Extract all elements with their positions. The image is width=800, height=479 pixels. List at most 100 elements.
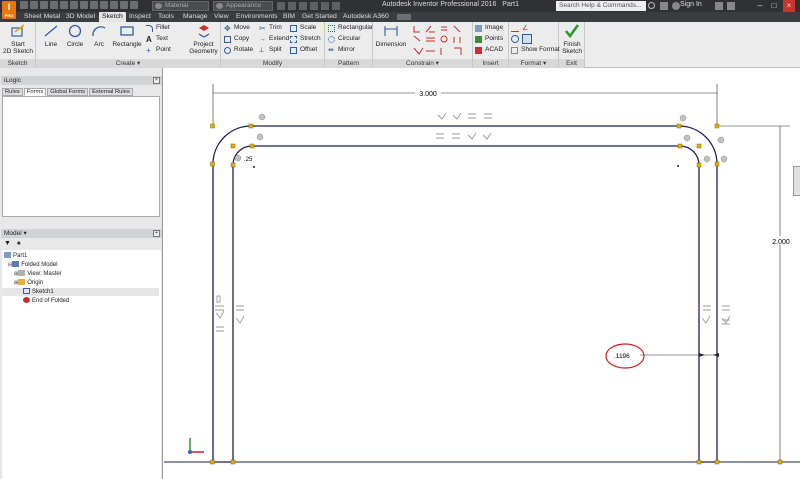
- app-logo[interactable]: I PRO: [2, 1, 16, 19]
- points-button[interactable]: Points: [475, 35, 503, 43]
- stretch-button[interactable]: Stretch: [290, 35, 321, 43]
- mirror-button[interactable]: ⇹ Mirror: [328, 46, 355, 54]
- finish-sketch-button[interactable]: Finish Sketch: [560, 24, 584, 55]
- layers-icon[interactable]: [332, 2, 340, 10]
- show-format-button[interactable]: Show Format: [511, 46, 560, 54]
- rectangle-button[interactable]: Rectangle: [111, 24, 143, 48]
- search-icon[interactable]: [648, 2, 655, 9]
- tab-forms[interactable]: Forms: [23, 88, 47, 96]
- undo-icon[interactable]: [50, 1, 58, 9]
- tab-environments[interactable]: Environments: [236, 12, 278, 22]
- redo-icon[interactable]: [60, 1, 68, 9]
- split-button[interactable]: ⟂ Split: [259, 46, 282, 54]
- model-add-icon[interactable]: +: [153, 230, 160, 237]
- project-geometry-button[interactable]: Project Geometry: [187, 24, 220, 55]
- filter-icon[interactable]: ▼: [4, 240, 11, 247]
- height-dimension[interactable]: 2.000: [772, 239, 790, 246]
- constrain-panel-title[interactable]: Constrain ▾: [373, 59, 472, 68]
- copy-button[interactable]: Copy: [224, 35, 249, 43]
- color-icon[interactable]: [288, 2, 296, 10]
- centerline-icon[interactable]: ∠: [522, 24, 530, 32]
- create-panel-title[interactable]: Create ▾: [36, 59, 220, 68]
- tree-item-origin[interactable]: ⊞ Origin: [14, 279, 43, 287]
- tab-view[interactable]: View: [214, 12, 229, 22]
- center-point-icon[interactable]: [511, 35, 519, 43]
- appearance-dropdown[interactable]: Appearance: [213, 1, 273, 11]
- tree-item-folded-model[interactable]: ⊟ Folded Model: [8, 261, 58, 269]
- search-input[interactable]: Search Help & Commands...: [556, 1, 646, 11]
- clear-appearance-icon[interactable]: [277, 2, 285, 10]
- construction-icon[interactable]: [511, 24, 519, 32]
- user-icon[interactable]: [672, 2, 680, 10]
- ribbon-options-icon[interactable]: [397, 14, 411, 20]
- close-icon[interactable]: ×: [783, 0, 795, 12]
- tab-sketch[interactable]: Sketch: [99, 12, 126, 22]
- tree-item-part1[interactable]: Part1: [4, 252, 27, 260]
- start-2d-sketch-button[interactable]: Start 2D Sketch: [3, 24, 33, 55]
- ilogic-close-icon[interactable]: ×: [153, 77, 160, 84]
- rotate-button[interactable]: Rotate: [224, 46, 253, 54]
- fx-icon[interactable]: [299, 2, 307, 10]
- point-button[interactable]: + Point: [146, 46, 171, 55]
- tab-inspect[interactable]: Inspect: [129, 12, 151, 22]
- scale-button[interactable]: Scale: [290, 24, 316, 32]
- params-icon[interactable]: [310, 2, 318, 10]
- rectangular-pattern-button[interactable]: Rectangular: [328, 24, 373, 32]
- sketch-icon[interactable]: [321, 2, 329, 10]
- line-button[interactable]: Line: [40, 24, 62, 48]
- tree-item-view-master[interactable]: ⊞ View: Master: [14, 270, 62, 278]
- account-icon[interactable]: [715, 2, 723, 10]
- thickness-dimension[interactable]: .1196: [614, 353, 630, 360]
- trim-button[interactable]: ✂ Trim: [259, 24, 282, 33]
- constraint-icons-grid[interactable]: [411, 24, 471, 58]
- text-button[interactable]: A Text: [146, 35, 168, 44]
- model-title[interactable]: Model ▾: [4, 230, 27, 237]
- measure-icon[interactable]: [100, 1, 108, 9]
- radius-dimension[interactable]: .25: [244, 157, 253, 163]
- format-panel-title[interactable]: Format ▾: [509, 59, 558, 68]
- circle-button[interactable]: Circle: [64, 24, 86, 48]
- tab-global-forms[interactable]: Global Forms: [47, 88, 89, 96]
- tab-tools[interactable]: Tools: [158, 12, 174, 22]
- properties-icon[interactable]: [110, 1, 118, 9]
- tab-manage[interactable]: Manage: [183, 12, 208, 22]
- tree-item-end-of-folded[interactable]: End of Folded: [23, 297, 69, 305]
- width-dimension[interactable]: 3.000: [419, 91, 437, 98]
- image-button[interactable]: Image: [475, 24, 503, 32]
- extend-button[interactable]: → Extend: [259, 35, 289, 43]
- open-icon[interactable]: [30, 1, 38, 9]
- tab-3d-model[interactable]: 3D Model: [66, 12, 95, 22]
- sort-icon[interactable]: [120, 1, 128, 9]
- maximize-icon[interactable]: □: [768, 0, 780, 12]
- new-icon[interactable]: [20, 1, 28, 9]
- tab-sheet-metal[interactable]: Sheet Metal: [24, 12, 60, 22]
- tab-autodesk-a360[interactable]: Autodesk A360: [343, 12, 389, 22]
- tab-external-rules[interactable]: External Rules: [89, 88, 133, 96]
- graphics-window[interactable]: 3.000 2.000 .1196 .25: [164, 68, 800, 479]
- move-button[interactable]: ✥ Move: [224, 24, 250, 33]
- driven-dimension-icon[interactable]: [522, 34, 532, 44]
- help-icon[interactable]: [727, 2, 735, 10]
- fillet-button[interactable]: Fillet: [146, 24, 170, 32]
- tab-rules[interactable]: Rules: [2, 88, 23, 96]
- lock-icon[interactable]: [130, 1, 138, 9]
- save-icon[interactable]: [40, 1, 48, 9]
- acad-button[interactable]: ACAD: [475, 46, 503, 54]
- cart-icon[interactable]: [660, 2, 668, 10]
- minimize-icon[interactable]: –: [754, 0, 766, 12]
- sheet-profile[interactable]: [212, 125, 718, 463]
- tab-bim[interactable]: BIM: [283, 12, 295, 22]
- tree-item-sketch1[interactable]: Sketch1: [2, 288, 159, 296]
- find-icon[interactable]: ♠: [17, 240, 21, 247]
- update-icon[interactable]: [90, 1, 98, 9]
- material-dropdown[interactable]: Material: [152, 1, 209, 11]
- offset-button[interactable]: Offset: [290, 46, 317, 54]
- sign-in-link[interactable]: Sign In: [680, 1, 702, 8]
- tab-get-started[interactable]: Get Started: [302, 12, 337, 22]
- home-icon[interactable]: [70, 1, 78, 9]
- select-icon[interactable]: [80, 1, 88, 9]
- dimension-button[interactable]: Dimension: [374, 24, 408, 48]
- sketch-points[interactable]: [210, 123, 783, 465]
- circular-pattern-button[interactable]: Circular: [328, 35, 360, 43]
- arc-button[interactable]: Arc: [88, 24, 110, 48]
